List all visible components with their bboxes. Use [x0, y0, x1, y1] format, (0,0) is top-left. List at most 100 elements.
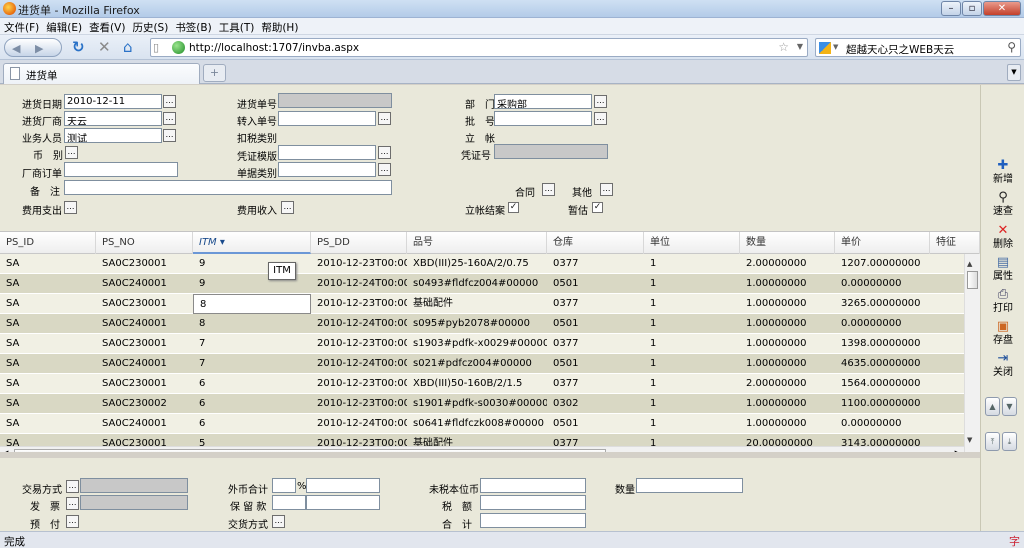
back-forward-buttons[interactable]: ◀ ▶ — [4, 38, 62, 57]
foreign-total-field[interactable] — [306, 478, 380, 493]
cell-ps-dd[interactable]: 2010-12-23T00:00:0 — [311, 334, 407, 354]
currency-picker-button[interactable]: … — [65, 146, 78, 159]
cell-unit[interactable]: 1 — [644, 294, 740, 314]
tab-invoice[interactable]: 进货单 — [3, 63, 200, 84]
grid-vertical-scrollbar[interactable]: ▲ ▼ — [964, 254, 980, 452]
cell-warehouse[interactable]: 0501 — [547, 354, 644, 374]
col-header-price[interactable]: 单价 — [835, 232, 930, 254]
cell-ps-id[interactable]: SA — [0, 274, 96, 294]
search-icon[interactable]: ⚲ — [1007, 40, 1016, 54]
prev-record-up-icon[interactable]: ▲ — [985, 397, 1000, 416]
cell-ps-dd[interactable]: 2010-12-23T00:00:0 — [311, 374, 407, 394]
cell-item-no[interactable]: XBD(III)25-160A/2/0.75 — [407, 254, 547, 274]
expense-picker-button[interactable]: … — [64, 201, 77, 214]
cell-price[interactable]: 3265.00000000 — [835, 294, 930, 314]
menu-edit[interactable]: 编辑(E) — [42, 18, 85, 35]
retention-field[interactable] — [306, 495, 380, 510]
delivery-picker-button[interactable]: … — [272, 515, 285, 528]
cell-item-no[interactable]: s021#pdfcz004#00000 — [407, 354, 547, 374]
col-header-unit[interactable]: 单位 — [644, 232, 740, 254]
col-header-ps-no[interactable]: PS_NO — [96, 232, 193, 254]
cell-warehouse[interactable]: 0302 — [547, 394, 644, 414]
close-window-button[interactable]: ✕ — [983, 1, 1021, 16]
col-header-ps-id[interactable]: PS_ID — [0, 232, 96, 254]
cell-ps-id[interactable]: SA — [0, 254, 96, 274]
batch-field[interactable] — [494, 111, 592, 126]
last-record-icon[interactable]: ⤓ — [1002, 432, 1017, 451]
url-text[interactable]: http://localhost:1707/invba.aspx — [189, 42, 359, 54]
col-header-warehouse[interactable]: 仓库 — [547, 232, 644, 254]
cell-ps-no[interactable]: SA0C230001 — [96, 254, 193, 274]
first-record-icon[interactable]: ⤒ — [985, 432, 1000, 451]
forward-arrow-icon[interactable]: ▶ — [35, 42, 43, 55]
date-picker-button[interactable]: … — [163, 95, 176, 108]
cell-unit[interactable]: 1 — [644, 314, 740, 334]
prepay-picker-button[interactable]: … — [66, 515, 79, 528]
table-row[interactable]: SASA0C24000162010-12-24T00:00:0s0641#fld… — [0, 414, 964, 434]
table-row[interactable]: SASA0C24000182010-12-24T00:00:0s095#pyb2… — [0, 314, 964, 334]
col-header-feature[interactable]: 特征 — [930, 232, 980, 254]
income-picker-button[interactable]: … — [281, 201, 294, 214]
home-icon[interactable]: ⌂ — [123, 39, 133, 55]
cell-itm[interactable]: 7 — [193, 334, 311, 354]
search-text[interactable]: 超越天心只之WEB天云 — [846, 42, 954, 57]
foreign-total-pct-field[interactable] — [272, 478, 296, 493]
cell-ps-no[interactable]: SA0C230001 — [96, 294, 193, 314]
save-button[interactable]: ▣ 存盘 — [984, 320, 1022, 350]
cell-item-no[interactable]: s0641#fldfczk008#00000 — [407, 414, 547, 434]
invoice-picker-button[interactable]: … — [66, 497, 79, 510]
table-row[interactable]: SASA0C24000172010-12-24T00:00:0s021#pdfc… — [0, 354, 964, 374]
cell-ps-dd[interactable]: 2010-12-23T00:00:0 — [311, 294, 407, 314]
cell-itm[interactable]: 6 — [193, 414, 311, 434]
cell-qty[interactable]: 1.00000000 — [740, 314, 835, 334]
batch-picker-button[interactable]: … — [594, 112, 607, 125]
cell-itm[interactable]: 8 — [193, 314, 311, 334]
table-row[interactable]: SASA0C24000192010-12-24T00:00:0s0493#fld… — [0, 274, 964, 294]
cell-unit[interactable]: 1 — [644, 394, 740, 414]
cell-unit[interactable]: 1 — [644, 374, 740, 394]
cell-item-no[interactable]: 基础配件 — [407, 294, 547, 314]
cell-qty[interactable]: 1.00000000 — [740, 294, 835, 314]
cell-warehouse[interactable]: 0501 — [547, 414, 644, 434]
untaxed-field[interactable] — [480, 478, 586, 493]
cell-unit[interactable]: 1 — [644, 414, 740, 434]
cell-unit[interactable]: 1 — [644, 254, 740, 274]
cell-qty[interactable]: 1.00000000 — [740, 354, 835, 374]
menu-history[interactable]: 历史(S) — [128, 18, 171, 35]
menu-view[interactable]: 查看(V) — [85, 18, 128, 35]
cell-itm[interactable]: 6 — [193, 374, 311, 394]
col-header-qty[interactable]: 数量 — [740, 232, 835, 254]
menu-bookmarks[interactable]: 书签(B) — [171, 18, 214, 35]
cell-price[interactable]: 0.00000000 — [835, 414, 930, 434]
cell-ps-no[interactable]: SA0C240001 — [96, 414, 193, 434]
cell-price[interactable]: 1207.00000000 — [835, 254, 930, 274]
cell-ps-no[interactable]: SA0C230001 — [96, 334, 193, 354]
transfer-no-field[interactable] — [278, 111, 376, 126]
tax-field[interactable] — [480, 495, 586, 510]
search-bar[interactable]: ▼ 超越天心只之WEB天云 ⚲ — [815, 38, 1021, 57]
cell-price[interactable]: 1398.00000000 — [835, 334, 930, 354]
doc-type-picker-button[interactable]: … — [378, 163, 391, 176]
cell-qty[interactable]: 1.00000000 — [740, 394, 835, 414]
dept-field[interactable]: 采购部 — [494, 94, 592, 109]
estimate-checkbox[interactable]: ✓ — [592, 202, 603, 213]
cell-item-no[interactable]: s0493#fldfcz004#00000 — [407, 274, 547, 294]
minimize-button[interactable]: – — [941, 1, 961, 16]
cell-unit[interactable]: 1 — [644, 354, 740, 374]
maximize-button[interactable]: ▫ — [962, 1, 982, 16]
cell-ps-dd[interactable]: 2010-12-24T00:00:0 — [311, 414, 407, 434]
cell-price[interactable]: 1564.00000000 — [835, 374, 930, 394]
cell-ps-no[interactable]: SA0C240001 — [96, 354, 193, 374]
voucher-template-picker-button[interactable]: … — [378, 146, 391, 159]
retention-pct-field[interactable] — [272, 495, 306, 510]
bookmark-star-icon[interactable]: ☆ — [778, 40, 789, 54]
table-row[interactable]: SASA0C23000182010-12-23T00:00:0基础配件03771… — [0, 294, 964, 314]
vertical-scroll-thumb[interactable] — [967, 271, 978, 289]
cell-ps-id[interactable]: SA — [0, 394, 96, 414]
cell-itm[interactable]: 6 — [193, 394, 311, 414]
cell-qty[interactable]: 1.00000000 — [740, 274, 835, 294]
cell-itm[interactable]: 8 — [193, 294, 311, 314]
properties-button[interactable]: ▤ 属性 — [984, 256, 1022, 286]
col-header-itm[interactable]: ITM ▾ — [193, 232, 311, 254]
doc-type-field[interactable] — [278, 162, 376, 177]
